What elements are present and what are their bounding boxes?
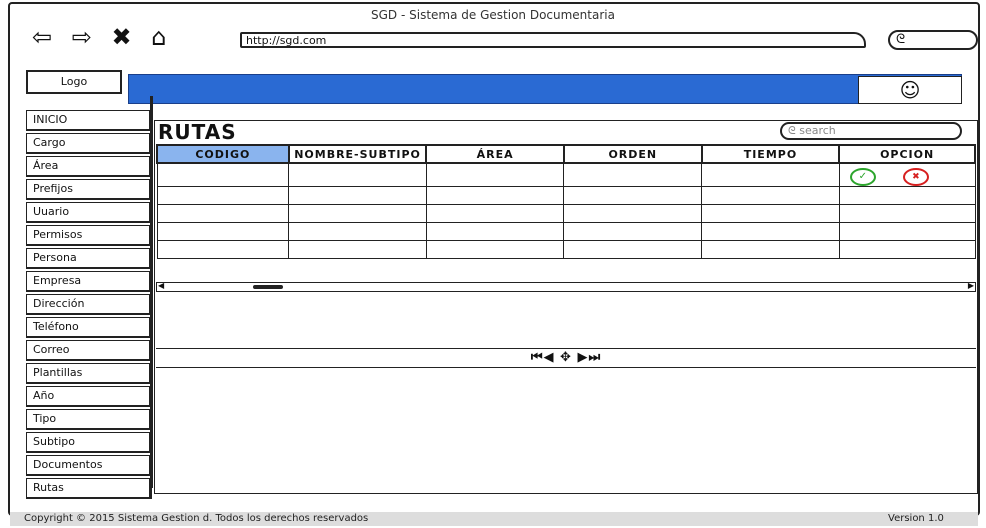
sidebar-item-direccion[interactable]: Dirección [26, 294, 152, 315]
sidebar-item-documentos[interactable]: Documentos [26, 455, 152, 476]
horizontal-scrollbar[interactable]: ◀ ▶ [156, 281, 976, 292]
table-row[interactable] [156, 186, 976, 205]
column-header-orden[interactable]: ORDEN [562, 144, 703, 164]
table-cell [156, 186, 290, 205]
table-cell [425, 222, 565, 241]
page-title: RUTAS [158, 120, 237, 144]
column-header-area[interactable]: ÁREA [425, 144, 565, 164]
search-input[interactable]: ᘓ search [780, 122, 962, 140]
delete-icon[interactable]: ✖ [902, 168, 929, 186]
table-cell [838, 240, 976, 259]
scroll-left-icon[interactable]: ◀ [158, 281, 164, 290]
sidebar-item-cargo[interactable]: Cargo [26, 133, 152, 154]
table-cell [288, 162, 427, 187]
avatar-icon[interactable]: ☺ [858, 76, 962, 104]
sidebar-item-subtipo[interactable]: Subtipo [26, 432, 152, 453]
sidebar-item-ano[interactable]: Año [26, 386, 152, 407]
table-cell [425, 162, 565, 187]
table-cell [563, 240, 703, 259]
table-cell [563, 186, 703, 205]
scroll-right-icon[interactable]: ▶ [968, 281, 974, 290]
sidebar-item-prefijos[interactable]: Prefijos [26, 179, 152, 200]
table-row[interactable] [156, 204, 976, 223]
table-cell [838, 186, 976, 205]
table-cell [156, 204, 290, 223]
sidebar-item-rutas[interactable]: Rutas [26, 478, 152, 499]
table-cell [288, 204, 427, 223]
sidebar-item-tipo[interactable]: Tipo [26, 409, 152, 430]
url-bar[interactable]: http://sgd.com [240, 32, 866, 48]
table-cell [288, 222, 427, 241]
copyright-text: Copyright © 2015 Sistema Gestion d. Todo… [24, 513, 369, 524]
approve-icon[interactable]: ✓ [849, 168, 876, 186]
column-header-tiempo[interactable]: TIEMPO [700, 144, 841, 164]
table-row[interactable]: ✓ ✖ [156, 162, 976, 187]
sidebar: INICIO Cargo Área Prefijos Uuario Permis… [26, 110, 154, 501]
table-cell [701, 240, 840, 259]
table-cell [563, 162, 703, 187]
sidebar-item-area[interactable]: Área [26, 156, 152, 177]
column-header-nombre-subtipo[interactable]: NOMBRE-SUBTIPO [287, 144, 428, 164]
table-cell [701, 222, 840, 241]
rutas-table: CODIGO NOMBRE-SUBTIPO ÁREA ORDEN TIEMPO … [156, 144, 976, 259]
sidebar-item-usuario[interactable]: Uuario [26, 202, 152, 223]
table-cell [288, 186, 427, 205]
column-header-opcion[interactable]: OPCION [838, 144, 976, 164]
sidebar-item-permisos[interactable]: Permisos [26, 225, 152, 246]
browser-search-icon[interactable]: ᘓ [888, 30, 978, 50]
scroll-thumb[interactable] [253, 285, 283, 289]
table-cell [563, 222, 703, 241]
table-cell [288, 240, 427, 259]
table-cell [425, 240, 565, 259]
option-cell: ✓ ✖ [838, 162, 976, 187]
table-row[interactable] [156, 222, 976, 241]
window-title: SGD - Sistema de Gestion Documentaria [371, 8, 615, 22]
sidebar-item-telefono[interactable]: Teléfono [26, 317, 152, 338]
browser-nav-icons[interactable]: ⇦ ⇨ ✖ ⌂ [32, 24, 172, 50]
app-header-bar [128, 74, 962, 104]
table-cell [563, 204, 703, 223]
table-row[interactable] [156, 240, 976, 259]
column-header-codigo[interactable]: CODIGO [156, 144, 290, 164]
sidebar-item-plantillas[interactable]: Plantillas [26, 363, 152, 384]
table-cell [838, 204, 976, 223]
sidebar-item-persona[interactable]: Persona [26, 248, 152, 269]
sidebar-item-inicio[interactable]: INICIO [26, 110, 152, 131]
table-cell [838, 222, 976, 241]
table-cell [156, 240, 290, 259]
sidebar-item-correo[interactable]: Correo [26, 340, 152, 361]
table-cell [701, 204, 840, 223]
table-cell [425, 186, 565, 205]
version-text: Version 1.0 [888, 513, 944, 524]
pagination-controls[interactable]: ⏮◀ ✥ ▶⏭ [156, 348, 976, 368]
table-cell [156, 162, 290, 187]
logo[interactable]: Logo [26, 70, 122, 94]
table-cell [701, 162, 840, 187]
sidebar-item-empresa[interactable]: Empresa [26, 271, 152, 292]
table-cell [425, 204, 565, 223]
table-cell [156, 222, 290, 241]
table-cell [701, 186, 840, 205]
